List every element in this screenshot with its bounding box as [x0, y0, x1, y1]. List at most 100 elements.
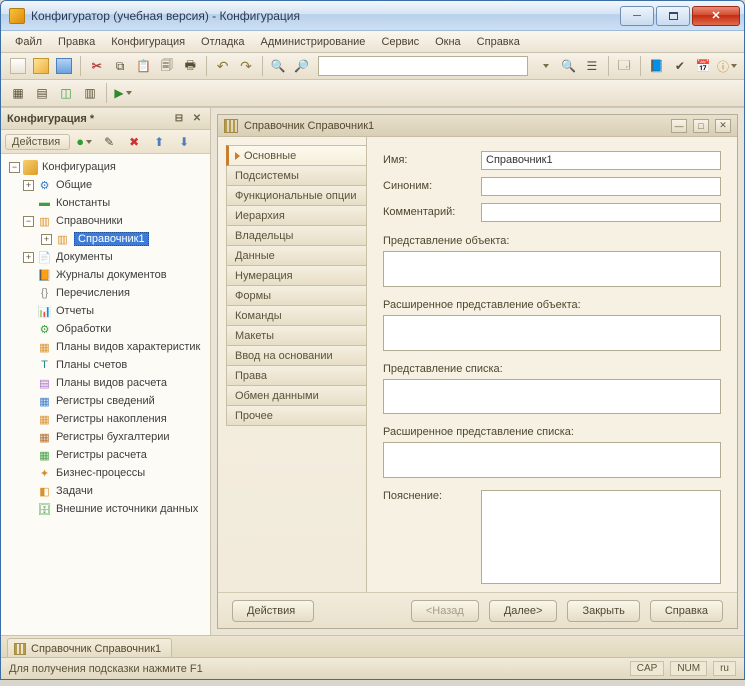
save-button[interactable]	[54, 55, 75, 77]
tree-external-ds[interactable]: 🗄 Внешние источники данных	[5, 500, 210, 518]
config-checker-button[interactable]: ✔	[669, 55, 690, 77]
copy-button[interactable]: ⧉	[109, 55, 130, 77]
tab-other[interactable]: Прочее	[226, 405, 366, 426]
tree-catalogs[interactable]: −▥ Справочники	[5, 212, 210, 230]
calendar-button[interactable]: 📅	[693, 55, 714, 77]
find-button[interactable]: 🔍	[268, 55, 289, 77]
tree-common[interactable]: +⚙ Общие	[5, 176, 210, 194]
tree-up-button[interactable]: ⬆	[148, 131, 170, 153]
tab-func-options[interactable]: Функциональные опции	[226, 185, 366, 206]
editor-minimize-button[interactable]: —	[671, 119, 687, 133]
pane-close-button[interactable]: ✕	[190, 112, 204, 126]
run-button[interactable]: ▶	[112, 82, 134, 104]
tab-input-basis[interactable]: Ввод на основании	[226, 345, 366, 366]
next-button[interactable]: Далее>	[489, 600, 558, 622]
redo-button[interactable]: ↷	[235, 55, 256, 77]
editor-actions-button[interactable]: Действия	[232, 600, 314, 622]
tab-templates[interactable]: Макеты	[226, 325, 366, 346]
tree-documents[interactable]: +📄 Документы	[5, 248, 210, 266]
tree-accum-regs[interactable]: ▦ Регистры накопления	[5, 410, 210, 428]
tree-edit-button[interactable]: ✎	[98, 131, 120, 153]
tree-root[interactable]: − Конфигурация	[5, 158, 210, 176]
pane-pin-button[interactable]: ⊟	[172, 112, 186, 126]
tb2-icon3[interactable]: ◫	[55, 82, 77, 104]
back-button[interactable]: <Назад	[411, 600, 479, 622]
status-lang[interactable]: ru	[713, 661, 736, 676]
tree-add-button[interactable]: ●	[73, 131, 95, 153]
tree-acc-plans[interactable]: Т Планы счетов	[5, 356, 210, 374]
tab-main[interactable]: Основные	[226, 145, 366, 166]
tree-tasks[interactable]: ◧ Задачи	[5, 482, 210, 500]
tree-char-plans[interactable]: ▦ Планы видов характеристик	[5, 338, 210, 356]
tree-info-regs[interactable]: ▦ Регистры сведений	[5, 392, 210, 410]
tree-down-button[interactable]: ⬇	[173, 131, 195, 153]
list-presentation-input[interactable]	[383, 379, 721, 415]
tab-forms[interactable]: Формы	[226, 285, 366, 306]
ext-list-presentation-input[interactable]	[383, 442, 721, 478]
tb2-icon2[interactable]: ▤	[31, 82, 53, 104]
tab-subsystems[interactable]: Подсистемы	[226, 165, 366, 186]
tb2-icon4[interactable]: ▥	[79, 82, 101, 104]
tree-calc-plans[interactable]: ▤ Планы видов расчета	[5, 374, 210, 392]
document-tab-catalog1[interactable]: Справочник Справочник1	[7, 638, 172, 657]
undo-button[interactable]: ↶	[212, 55, 233, 77]
titlebar[interactable]: Конфигуратор (учебная версия) - Конфигур…	[1, 1, 744, 31]
menu-file[interactable]: Файл	[7, 34, 50, 50]
tab-rights[interactable]: Права	[226, 365, 366, 386]
search-go-button[interactable]: 🔍	[558, 55, 579, 77]
tree-doc-journals[interactable]: 📙 Журналы документов	[5, 266, 210, 284]
menu-edit[interactable]: Правка	[50, 34, 103, 50]
comment-input[interactable]	[481, 203, 721, 222]
menu-help[interactable]: Справка	[469, 34, 528, 50]
search-dropdown[interactable]	[534, 55, 555, 77]
editor-close-button[interactable]: ✕	[715, 119, 731, 133]
synonym-input[interactable]	[481, 177, 721, 196]
menu-service[interactable]: Сервис	[373, 34, 427, 50]
tree-calc-regs[interactable]: ▦ Регистры расчета	[5, 446, 210, 464]
close-button[interactable]: ✕	[692, 6, 740, 26]
tab-numbering[interactable]: Нумерация	[226, 265, 366, 286]
zoom-button[interactable]: 🔎	[291, 55, 312, 77]
tree-actions-button[interactable]: Действия	[5, 134, 70, 150]
tab-commands[interactable]: Команды	[226, 305, 366, 326]
tree-reports[interactable]: 📊 Отчеты	[5, 302, 210, 320]
maximize-button[interactable]	[656, 6, 690, 26]
tree-business-processes[interactable]: ✦ Бизнес-процессы	[5, 464, 210, 482]
editor-titlebar[interactable]: Справочник Справочник1 — □ ✕	[218, 115, 737, 137]
compare-button[interactable]: 🗐	[156, 55, 177, 77]
search-input[interactable]	[318, 56, 528, 76]
explanation-input[interactable]	[481, 490, 721, 584]
tree-delete-button[interactable]: ✖	[123, 131, 145, 153]
config-tree[interactable]: − Конфигурация +⚙ Общие ▬ Константы −▥ С…	[1, 154, 210, 635]
tab-hierarchy[interactable]: Иерархия	[226, 205, 366, 226]
close-editor-button[interactable]: Закрыть	[567, 600, 639, 622]
obj-presentation-input[interactable]	[383, 251, 721, 287]
paste-button[interactable]: 📋	[133, 55, 154, 77]
minimize-button[interactable]: ─	[620, 6, 654, 26]
tab-owners[interactable]: Владельцы	[226, 225, 366, 246]
print-button[interactable]: 🖶	[180, 55, 201, 77]
menu-debug[interactable]: Отладка	[193, 34, 252, 50]
tree-enums[interactable]: {} Перечисления	[5, 284, 210, 302]
new-button[interactable]	[7, 55, 28, 77]
tb2-icon1[interactable]: ▦	[7, 82, 29, 104]
ext-obj-presentation-input[interactable]	[383, 315, 721, 351]
menu-windows[interactable]: Окна	[427, 34, 469, 50]
open-button[interactable]	[30, 55, 51, 77]
windows-button[interactable]: 🗔	[614, 55, 635, 77]
tree-processings[interactable]: ⚙ Обработки	[5, 320, 210, 338]
tab-data-exchange[interactable]: Обмен данными	[226, 385, 366, 406]
info-button[interactable]: ⓘ	[716, 55, 738, 77]
tree-catalog1[interactable]: +▥ Справочник1	[5, 230, 210, 248]
tab-data[interactable]: Данные	[226, 245, 366, 266]
tree-acct-regs[interactable]: ▦ Регистры бухгалтерии	[5, 428, 210, 446]
editor-maximize-button[interactable]: □	[693, 119, 709, 133]
results-button[interactable]: ☰	[581, 55, 602, 77]
cut-button[interactable]: ✂	[86, 55, 107, 77]
help-button[interactable]: Справка	[650, 600, 723, 622]
tree-constants[interactable]: ▬ Константы	[5, 194, 210, 212]
menu-config[interactable]: Конфигурация	[103, 34, 193, 50]
menu-admin[interactable]: Администрирование	[253, 34, 374, 50]
name-input[interactable]	[481, 151, 721, 170]
syntax-helper-button[interactable]: 📘	[646, 55, 667, 77]
